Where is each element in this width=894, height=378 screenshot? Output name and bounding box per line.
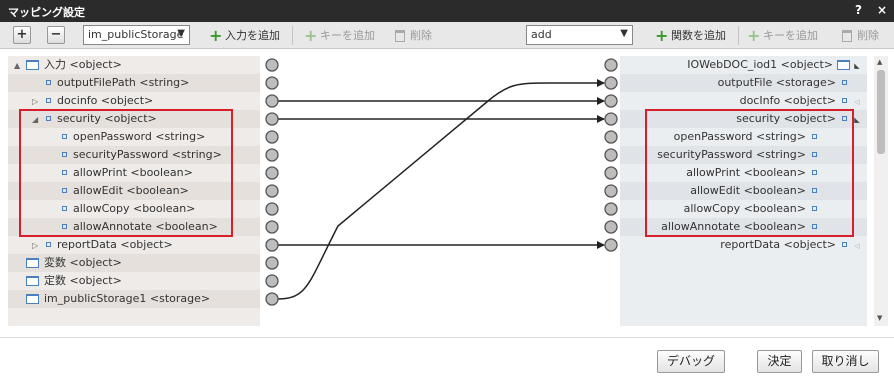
toolbar-divider	[738, 26, 739, 45]
connection-storage[interactable]	[276, 79, 605, 300]
connector-node[interactable]	[604, 94, 618, 108]
left-connector-nodes	[265, 58, 279, 306]
connector-node[interactable]	[604, 76, 618, 90]
add-key-left-button[interactable]: + キーを追加	[297, 25, 382, 46]
connector-node[interactable]	[265, 220, 279, 234]
plus-icon: +	[304, 26, 318, 45]
toolbar: + − im_publicStorage ▼ + 入力を追加 + キーを追加 削…	[0, 22, 894, 49]
mapping-lines	[276, 79, 605, 300]
add-key-right-button[interactable]: + キーを追加	[740, 25, 825, 46]
connector-node[interactable]	[604, 58, 618, 72]
add-input-button[interactable]: + 入力を追加	[202, 25, 287, 46]
collapse-all-button[interactable]: −	[47, 26, 65, 44]
add-input-label: 入力を追加	[225, 29, 280, 42]
dialog-footer: デバッグ 決定 取り消し	[0, 337, 894, 378]
connector-node[interactable]	[265, 166, 279, 180]
expand-all-button[interactable]: +	[13, 26, 31, 44]
delete-left-label: 削除	[410, 29, 432, 42]
chevron-down-icon: ▼	[620, 28, 628, 39]
right-connector-nodes	[604, 58, 618, 252]
connector-node[interactable]	[265, 184, 279, 198]
connector-node[interactable]	[604, 148, 618, 162]
plus-icon: +	[655, 26, 669, 45]
toolbar-divider	[292, 26, 293, 45]
title-bar: マッピング設定 ? ×	[0, 0, 894, 22]
connector-node[interactable]	[265, 292, 279, 306]
chevron-down-icon: ▼	[177, 28, 185, 39]
trash-icon	[395, 30, 405, 42]
connector-node[interactable]	[604, 112, 618, 126]
add-key-right-label: キーを追加	[763, 29, 818, 42]
ok-button[interactable]: 決定	[757, 350, 802, 373]
connector-node[interactable]	[265, 130, 279, 144]
connector-node[interactable]	[265, 112, 279, 126]
highlight-box-output-security	[645, 109, 854, 237]
highlight-box-input-security	[19, 109, 233, 237]
connector-node[interactable]	[604, 220, 618, 234]
connector-node[interactable]	[604, 238, 618, 252]
source-select[interactable]: im_publicStorage ▼	[83, 25, 190, 45]
add-key-left-label: キーを追加	[320, 29, 375, 42]
add-function-label: 関数を追加	[671, 29, 726, 42]
function-select-value: add	[531, 28, 552, 41]
connector-node[interactable]	[265, 256, 279, 270]
connector-node[interactable]	[265, 238, 279, 252]
scroll-down-icon[interactable]: ▼	[877, 314, 882, 322]
delete-left-button[interactable]: 削除	[387, 25, 439, 46]
connector-node[interactable]	[604, 130, 618, 144]
trash-icon	[842, 30, 852, 42]
connector-node[interactable]	[604, 202, 618, 216]
close-button[interactable]: ×	[877, 3, 887, 17]
connector-node[interactable]	[265, 94, 279, 108]
connector-node[interactable]	[265, 58, 279, 72]
debug-button[interactable]: デバッグ	[657, 350, 725, 373]
window-title: マッピング設定	[8, 6, 85, 19]
connector-node[interactable]	[265, 148, 279, 162]
connector-node[interactable]	[265, 202, 279, 216]
connector-node[interactable]	[604, 166, 618, 180]
scroll-up-icon[interactable]: ▲	[877, 58, 882, 66]
delete-right-label: 削除	[857, 29, 879, 42]
function-select[interactable]: add ▼	[526, 25, 633, 45]
plus-icon: +	[209, 26, 223, 45]
scrollbar-thumb[interactable]	[877, 70, 885, 154]
add-function-button[interactable]: + 関数を追加	[648, 25, 733, 46]
vertical-scrollbar[interactable]: ▲ ▼	[874, 56, 888, 326]
plus-icon: +	[747, 26, 761, 45]
delete-right-button[interactable]: 削除	[834, 25, 886, 46]
source-select-value: im_publicStorage	[88, 28, 184, 41]
help-button[interactable]: ?	[855, 3, 862, 17]
cancel-button[interactable]: 取り消し	[812, 350, 879, 373]
connector-node[interactable]	[265, 274, 279, 288]
connector-node[interactable]	[265, 76, 279, 90]
connector-node[interactable]	[604, 184, 618, 198]
